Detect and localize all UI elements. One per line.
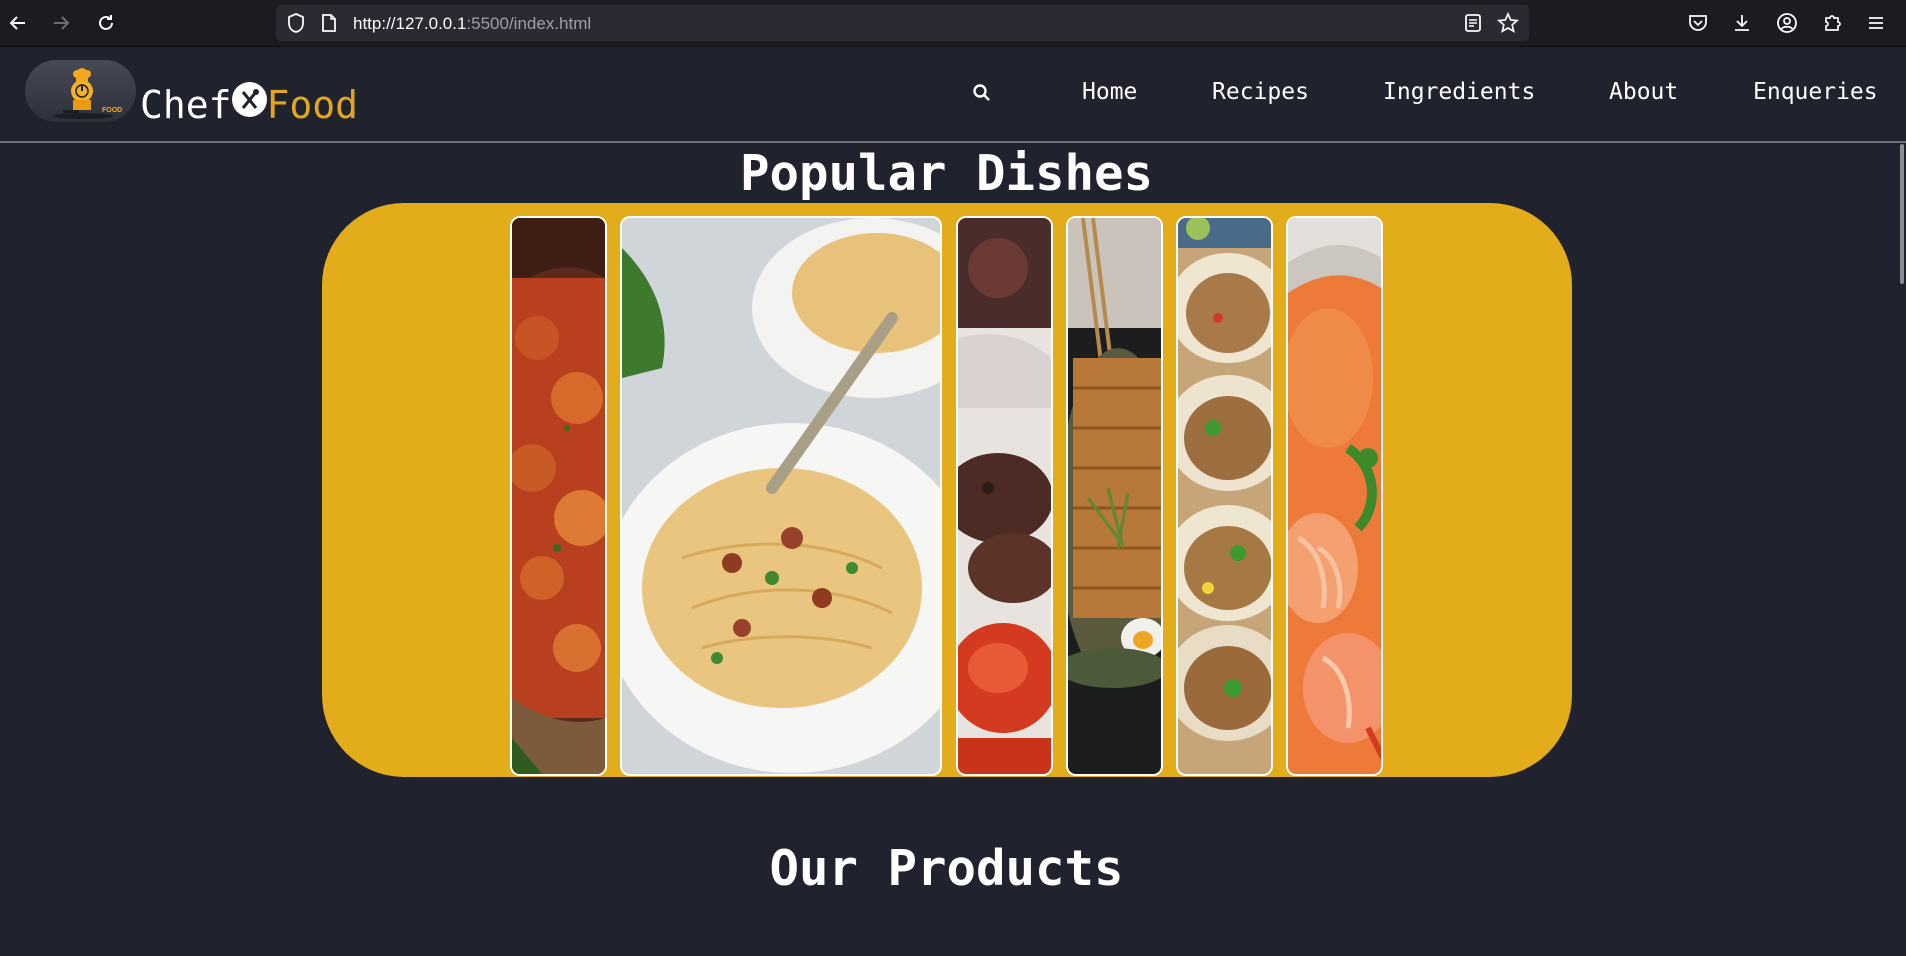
tacos-image <box>1178 218 1271 774</box>
popular-dishes-title: Popular Dishes <box>739 145 1153 202</box>
back-arrow-icon[interactable] <box>5 10 31 36</box>
chef-logo-icon: FOOD <box>53 68 122 119</box>
menu-icon[interactable] <box>1863 10 1889 36</box>
gallery-card[interactable] <box>956 216 1053 776</box>
popular-dishes-gallery <box>322 203 1572 777</box>
gallery-card[interactable] <box>510 216 607 776</box>
forward-arrow-icon[interactable] <box>48 10 74 36</box>
nav-recipes[interactable]: Recipes <box>1212 79 1309 105</box>
extensions-icon[interactable] <box>1819 10 1845 36</box>
url-text[interactable]: http://127.0.0.1:5500/index.html <box>353 14 591 34</box>
shield-icon[interactable] <box>283 10 309 36</box>
gallery-card[interactable] <box>1176 216 1273 776</box>
logo-text: FOOD <box>102 107 122 114</box>
reader-view-icon[interactable] <box>1460 10 1486 36</box>
brand-food-text: Food <box>266 83 359 127</box>
brand-chef-text: Chef <box>140 83 232 127</box>
curry-dish-image <box>512 218 605 774</box>
site-header: FOOD Chef Food Home Recipes Ingredients A… <box>0 48 1906 143</box>
browser-toolbar: http://127.0.0.1:5500/index.html <box>0 0 1906 47</box>
nav-ingredients[interactable]: Ingredients <box>1383 79 1535 105</box>
url-path: :5500/index.html <box>466 14 592 33</box>
page-info-icon[interactable] <box>316 10 342 36</box>
shrimp-soup-image <box>1288 218 1381 774</box>
nav-home[interactable]: Home <box>1082 79 1137 105</box>
brand-name[interactable]: Chef Food <box>140 82 359 127</box>
nav-about[interactable]: About <box>1609 79 1678 105</box>
downloads-icon[interactable] <box>1729 10 1755 36</box>
carbonara-pasta-image <box>622 218 940 774</box>
pocket-icon[interactable] <box>1685 10 1711 36</box>
katsu-cutlet-image <box>1068 218 1161 774</box>
grilled-meat-image <box>958 218 1051 774</box>
gallery-card[interactable] <box>620 216 942 776</box>
logo[interactable]: FOOD <box>25 60 136 122</box>
page-scrollbar[interactable] <box>1900 144 1904 284</box>
gallery-card[interactable] <box>1066 216 1163 776</box>
address-bar[interactable]: http://127.0.0.1:5500/index.html <box>276 5 1529 41</box>
our-products-title: Our Products <box>769 840 1124 897</box>
account-icon[interactable] <box>1774 10 1800 36</box>
fork-knife-icon <box>231 82 267 117</box>
bookmark-star-icon[interactable] <box>1495 10 1521 36</box>
search-icon[interactable] <box>972 83 994 105</box>
gallery-card[interactable] <box>1286 216 1383 776</box>
reload-icon[interactable] <box>93 10 119 36</box>
nav-enqueries[interactable]: Enqueries <box>1753 79 1878 105</box>
url-host: http://127.0.0.1 <box>353 14 467 33</box>
